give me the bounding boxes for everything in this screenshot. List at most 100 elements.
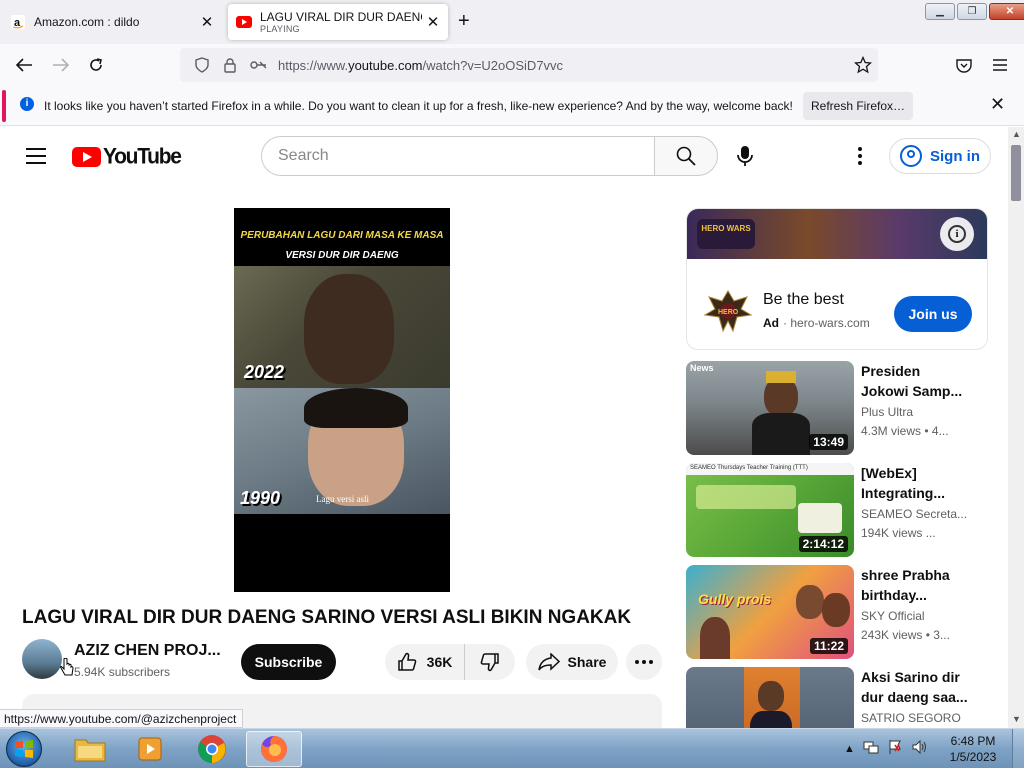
- ad-subtitle: Ad · hero-wars.com: [763, 316, 870, 330]
- firefox-icon[interactable]: [246, 731, 302, 767]
- youtube-wordmark: YouTube: [103, 144, 182, 169]
- minimize-icon[interactable]: ▁: [925, 3, 955, 20]
- pocket-icon[interactable]: [953, 54, 975, 76]
- like-button[interactable]: 36K: [385, 644, 465, 680]
- video-thumbnail[interactable]: Gully prois 11:22: [686, 565, 854, 659]
- year-label-top: 2022: [244, 362, 285, 382]
- recommended-video[interactable]: News 13:49 Presiden Jokowi Samp... Plus U…: [686, 361, 988, 455]
- recommended-video[interactable]: Gully prois 11:22 shree Prabha birthday..…: [686, 565, 988, 659]
- join-us-button[interactable]: Join us: [894, 296, 972, 332]
- system-clock[interactable]: 6:48 PM 1/5/2023: [940, 733, 1006, 765]
- lock-icon[interactable]: [216, 57, 244, 73]
- sign-in-button[interactable]: Sign in: [889, 138, 991, 174]
- video-thumbnail[interactable]: [686, 667, 854, 728]
- tab-amazon[interactable]: a Amazon.com : dildo ✕: [0, 4, 222, 40]
- share-button[interactable]: Share: [526, 644, 618, 680]
- url-bar[interactable]: https://www.youtube.com/watch?v=U2oOSiD7…: [180, 48, 878, 82]
- show-desktop-button[interactable]: [1012, 729, 1024, 768]
- person-body-image: [752, 413, 810, 455]
- channel-name[interactable]: AZIZ CHEN PROJ...: [74, 642, 221, 660]
- scroll-down-icon[interactable]: ▼: [1012, 714, 1021, 724]
- file-explorer-icon[interactable]: [62, 731, 118, 767]
- microphone-icon[interactable]: [729, 140, 761, 172]
- subscribe-button[interactable]: Subscribe: [241, 644, 336, 680]
- person-image: [796, 585, 824, 619]
- recommended-title[interactable]: Aksi Sarino dir dur daeng saa...: [861, 667, 981, 707]
- video-duration: 2:14:12: [798, 536, 848, 552]
- search-input[interactable]: Search: [261, 136, 655, 176]
- recommended-title[interactable]: Presiden Jokowi Samp...: [861, 361, 981, 401]
- more-actions-button[interactable]: [626, 644, 662, 680]
- recommended-title[interactable]: [WebEx] Integrating...: [861, 463, 981, 503]
- account-icon: [900, 145, 922, 167]
- close-tab-icon[interactable]: ✕: [196, 13, 218, 31]
- hair-shape: [304, 388, 408, 428]
- start-button[interactable]: [6, 731, 42, 767]
- close-window-icon[interactable]: ✕: [989, 3, 1024, 20]
- back-arrow-icon[interactable]: [13, 54, 35, 76]
- like-count: 36K: [426, 654, 453, 670]
- like-dislike-group: 36K: [385, 644, 515, 680]
- volume-icon[interactable]: [911, 739, 929, 758]
- hero-wars-icon: HERO: [703, 289, 753, 333]
- person-image: [822, 593, 850, 627]
- youtube-favicon-icon: [236, 14, 252, 30]
- recommended-title[interactable]: shree Prabha birthday...: [861, 565, 981, 605]
- dislike-button[interactable]: [465, 644, 515, 680]
- tracking-shield-icon[interactable]: [188, 57, 216, 73]
- bookmark-star-icon[interactable]: [852, 54, 874, 76]
- recommended-channel: SATRIO SEGORO: [861, 711, 961, 725]
- recommended-channel: Plus Ultra: [861, 405, 914, 419]
- settings-more-icon[interactable]: [850, 144, 870, 168]
- video-duration: 13:49: [809, 434, 848, 450]
- refresh-firefox-button[interactable]: Refresh Firefox…: [803, 92, 913, 120]
- search-button[interactable]: [654, 136, 718, 176]
- reload-icon[interactable]: [85, 54, 107, 76]
- person-image: [758, 681, 784, 711]
- permissions-icon[interactable]: [244, 58, 272, 72]
- new-tab-plus-icon[interactable]: +: [458, 10, 470, 33]
- youtube-logo[interactable]: YouTube: [72, 144, 182, 169]
- clock-date: 1/5/2023: [949, 750, 997, 764]
- ad-info-button[interactable]: i: [940, 217, 974, 251]
- tab-title: LAGU VIRAL DIR DUR DAENG SARINO VERSI AS…: [260, 10, 422, 24]
- recommended-video[interactable]: SEAMEO Thursdays Teacher Training (TTT) …: [686, 463, 988, 557]
- page-scrollbar[interactable]: ▲ ▼: [1008, 127, 1024, 728]
- hamburger-menu-icon[interactable]: [989, 54, 1011, 76]
- url-text[interactable]: https://www.youtube.com/watch?v=U2oOSiD7…: [278, 58, 563, 73]
- close-notification-icon[interactable]: ✕: [990, 94, 1005, 115]
- recommended-video[interactable]: Aksi Sarino dir dur daeng saa... SATRIO S…: [686, 667, 988, 728]
- close-tab-icon[interactable]: ✕: [422, 13, 444, 31]
- windows-taskbar: ▲ 6:48 PM 1/5/2023: [0, 728, 1024, 768]
- share-label: Share: [567, 654, 607, 670]
- slide-illustration: [798, 503, 842, 533]
- guide-menu-icon[interactable]: [26, 148, 46, 169]
- scroll-up-icon[interactable]: ▲: [1012, 129, 1021, 139]
- tab-youtube[interactable]: LAGU VIRAL DIR DUR DAENG SARINO VERSI AS…: [228, 4, 448, 40]
- tray-expand-icon[interactable]: ▲: [844, 743, 855, 755]
- youtube-play-icon: [72, 147, 101, 167]
- chrome-icon[interactable]: [184, 731, 240, 767]
- subscriber-count: 5.94K subscribers: [74, 665, 171, 679]
- thumbs-up-icon: [397, 652, 417, 671]
- browser-tab-bar: a Amazon.com : dildo ✕ LAGU VIRAL DIR DU…: [0, 0, 1024, 44]
- video-thumbnail[interactable]: News 13:49: [686, 361, 854, 455]
- video-player[interactable]: PERUBAHAN LAGU DARI MASA KE MASA VERSI D…: [234, 208, 450, 592]
- media-player-icon[interactable]: [122, 731, 178, 767]
- video-duration: 11:22: [809, 638, 848, 654]
- video-frame-bottom: 1990 Lagu versi asli: [234, 388, 450, 514]
- video-thumbnail[interactable]: SEAMEO Thursdays Teacher Training (TTT) …: [686, 463, 854, 557]
- video-bottom-caption: Lagu versi asli: [316, 494, 369, 504]
- info-icon: i: [20, 97, 34, 111]
- recommended-meta: 194K views ...: [861, 526, 936, 540]
- youtube-page: YouTube Search Sign in PERUBAHAN LAGU DA…: [0, 127, 1008, 728]
- network-icon[interactable]: [863, 739, 879, 758]
- slide-text-block: [696, 485, 796, 509]
- action-center-flag-icon[interactable]: [887, 739, 903, 758]
- maximize-icon[interactable]: ❐: [957, 3, 987, 20]
- scrollbar-thumb[interactable]: [1011, 145, 1021, 201]
- forward-arrow-icon[interactable]: [50, 54, 72, 76]
- ad-domain: hero-wars.com: [790, 316, 870, 330]
- channel-avatar[interactable]: [22, 639, 62, 679]
- ad-card[interactable]: HERO WARS i HERO Be the best Ad · hero-wa…: [686, 208, 988, 350]
